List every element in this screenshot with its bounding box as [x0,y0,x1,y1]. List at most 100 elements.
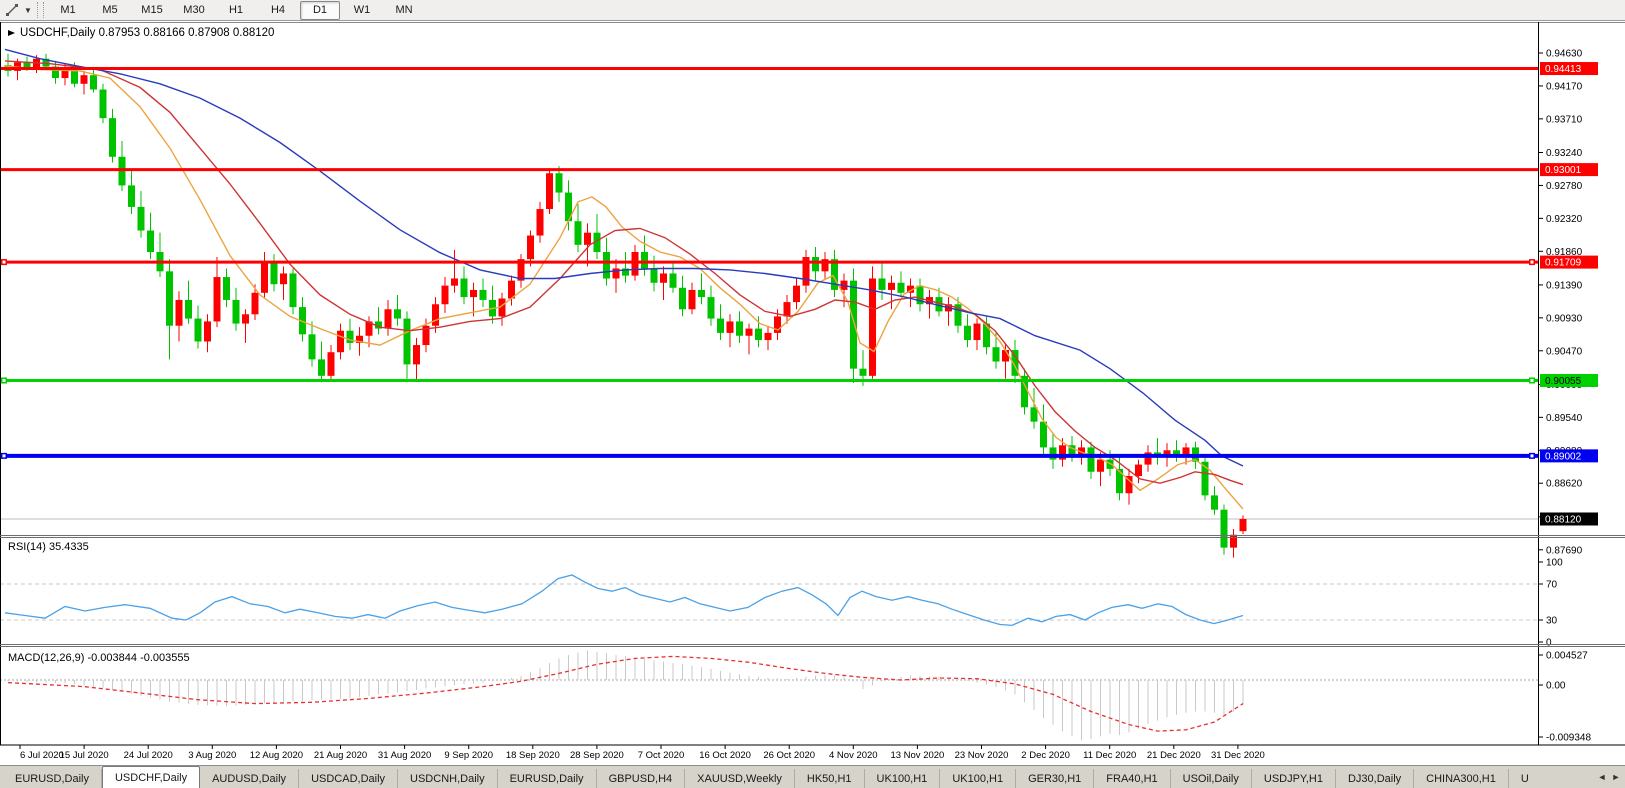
price-tick-label: 0.88620 [1546,479,1583,490]
price-tick-label: 0.92320 [1546,214,1583,225]
price-tick-label: 0.93710 [1546,114,1583,125]
mt4-window: { "toolbar": { "timeframes": ["M1","M5",… [0,0,1625,788]
svg-text:0.90055: 0.90055 [1545,376,1582,387]
tab-xauusd-weekly-7[interactable]: XAUUSD,Weekly [685,769,795,788]
tab-audusd-daily-2[interactable]: AUDUSD,Daily [200,769,299,788]
chart-tab-bar: EURUSD,DailyUSDCHF,DailyAUDUSD,DailyUSDC… [0,765,1625,788]
tab-scroll-arrows: ◄► [1595,766,1625,788]
svg-text:0.88120: 0.88120 [1545,514,1582,525]
timeframe-m5-button[interactable]: M5 [90,1,130,20]
macd-scale-label: 0.00 [1546,681,1566,692]
tab-usdchf-daily-1[interactable]: USDCHF,Daily [102,766,200,788]
date-tick-label: 7 Oct 2020 [638,750,684,761]
price-tick-label: 0.92780 [1546,181,1583,192]
macd-panel[interactable]: MACD(12,26,9) -0.003844 -0.003555 0.00452… [0,650,1591,743]
timeframe-h4-button[interactable]: H4 [258,1,298,20]
symbol-title: USDCHF,Daily 0.87953 0.88166 0.87908 0.8… [20,27,274,39]
date-tick-label: 12 Aug 2020 [250,750,303,761]
rsi-panel[interactable]: RSI(14) 35.433510070300 [0,541,1563,649]
tab-ger30-h1-11[interactable]: GER30,H1 [1016,769,1094,788]
price-tick-label: 0.89540 [1546,413,1583,424]
svg-text:0.91709: 0.91709 [1545,258,1582,269]
toolbar-separator [37,2,44,18]
price-tag-0.90055: 0.90055 [1540,374,1598,387]
date-tick-label: 26 Oct 2020 [763,750,815,761]
date-tick-label: 31 Dec 2020 [1211,750,1265,761]
timeframe-buttons: M1M5M15M30H1H4D1W1MN [47,1,425,20]
timeframe-w1-button[interactable]: W1 [342,1,382,20]
price-tick-label: 0.87690 [1546,545,1583,556]
price-tag-0.94413: 0.94413 [1540,62,1598,75]
date-tick-label: 24 Jul 2020 [124,750,173,761]
ma-fast-line [5,66,1243,509]
current-price-tag: 0.88120 [1540,512,1598,525]
date-tick-label: 13 Nov 2020 [890,750,944,761]
tab-gbpusd-h4-6[interactable]: GBPUSD,H4 [597,769,686,788]
date-tick-label: 18 Sep 2020 [506,750,560,761]
price-tick-label: 0.93240 [1546,148,1583,159]
svg-text:0.93001: 0.93001 [1545,165,1582,176]
rsi-scale-label: 30 [1546,616,1558,627]
tab-usdcnh-daily-4[interactable]: USDCNH,Daily [398,769,498,788]
price-tick-label: 0.90930 [1546,313,1583,324]
tab-usdcad-daily-3[interactable]: USDCAD,Daily [299,769,398,788]
tab-usoil-daily-13[interactable]: USOil,Daily [1171,769,1252,788]
svg-text:0.89002: 0.89002 [1545,451,1582,462]
timeframe-h1-button[interactable]: H1 [216,1,256,20]
macd-label: MACD(12,26,9) -0.003844 -0.003555 [8,652,190,664]
date-tick-label: 21 Aug 2020 [314,750,367,761]
price-tick-label: 0.94630 [1546,49,1583,60]
macd-scale-label: 0.004527 [1546,651,1588,662]
macd-scale-label: -0.009348 [1546,733,1591,744]
tab-scroll-left-button[interactable]: ◄ [1595,769,1609,785]
price-tag-0.89002: 0.89002 [1540,449,1598,462]
ma-slow-line [5,49,1243,466]
price-tag-0.91709: 0.91709 [1540,256,1598,269]
date-tick-label: 28 Sep 2020 [570,750,624,761]
date-tick-label: 2 Dec 2020 [1021,750,1070,761]
tab-dj30-daily-15[interactable]: DJ30,Daily [1336,769,1414,788]
rsi-scale-label: 70 [1546,580,1558,591]
date-tick-label: 15 Jul 2020 [60,750,109,761]
tab-uk100-h1-9[interactable]: UK100,H1 [865,769,941,788]
toolbar: ▼ M1M5M15M30H1H4D1W1MN [0,0,1625,21]
svg-text:0.94413: 0.94413 [1545,64,1582,75]
tab-usdjpy-h1-14[interactable]: USDJPY,H1 [1252,769,1336,788]
tab-fra40-h1-12[interactable]: FRA40,H1 [1094,769,1170,788]
line-tool-icon[interactable] [2,1,22,19]
chart-title: USDCHF,Daily 0.87953 0.88166 0.87908 0.8… [8,27,274,39]
tab-hk50-h1-8[interactable]: HK50,H1 [795,769,865,788]
tab-eurusd-daily-5[interactable]: EURUSD,Daily [498,769,597,788]
hline-handle[interactable] [1,377,7,383]
hline-handle[interactable] [1529,259,1535,265]
timeframe-mn-button[interactable]: MN [384,1,424,20]
chart-area[interactable]: USDCHF,Daily 0.87953 0.88166 0.87908 0.8… [0,22,1625,765]
price-tick-label: 0.90470 [1546,346,1583,357]
panel-borders [0,22,1625,745]
date-tick-label: 21 Dec 2020 [1147,750,1201,761]
hline-handle[interactable] [1529,377,1535,383]
tab-scroll-right-button[interactable]: ► [1609,769,1623,785]
hline-handle[interactable] [1529,453,1535,459]
date-tick-label: 31 Aug 2020 [378,750,431,761]
hline-handle[interactable] [1,453,7,459]
timeframe-m1-button[interactable]: M1 [48,1,88,20]
date-tick-label: 16 Oct 2020 [699,750,751,761]
tab-china300-h1-16[interactable]: CHINA300,H1 [1414,769,1509,788]
tab-uk100-h1-10[interactable]: UK100,H1 [940,769,1016,788]
date-axis[interactable]: 6 Jul 202015 Jul 202024 Jul 20203 Aug 20… [20,745,1265,761]
date-tick-label: 6 Jul 2020 [20,750,64,761]
timeframe-d1-button[interactable]: D1 [300,1,340,20]
timeframe-m30-button[interactable]: M30 [174,1,214,20]
date-tick-label: 9 Sep 2020 [444,750,493,761]
price-tag-0.93001: 0.93001 [1540,163,1598,176]
date-tick-label: 4 Nov 2020 [829,750,878,761]
candles [5,54,1247,558]
tab-u-17[interactable]: U [1509,769,1541,788]
hline-handle[interactable] [1,259,7,265]
dropdown-caret-icon[interactable]: ▼ [22,6,34,15]
price-scale[interactable]: 0.946300.941700.937100.932400.927800.923… [1538,49,1583,557]
date-tick-label: 23 Nov 2020 [955,750,1009,761]
tab-eurusd-daily-0[interactable]: EURUSD,Daily [3,769,102,788]
timeframe-m15-button[interactable]: M15 [132,1,172,20]
